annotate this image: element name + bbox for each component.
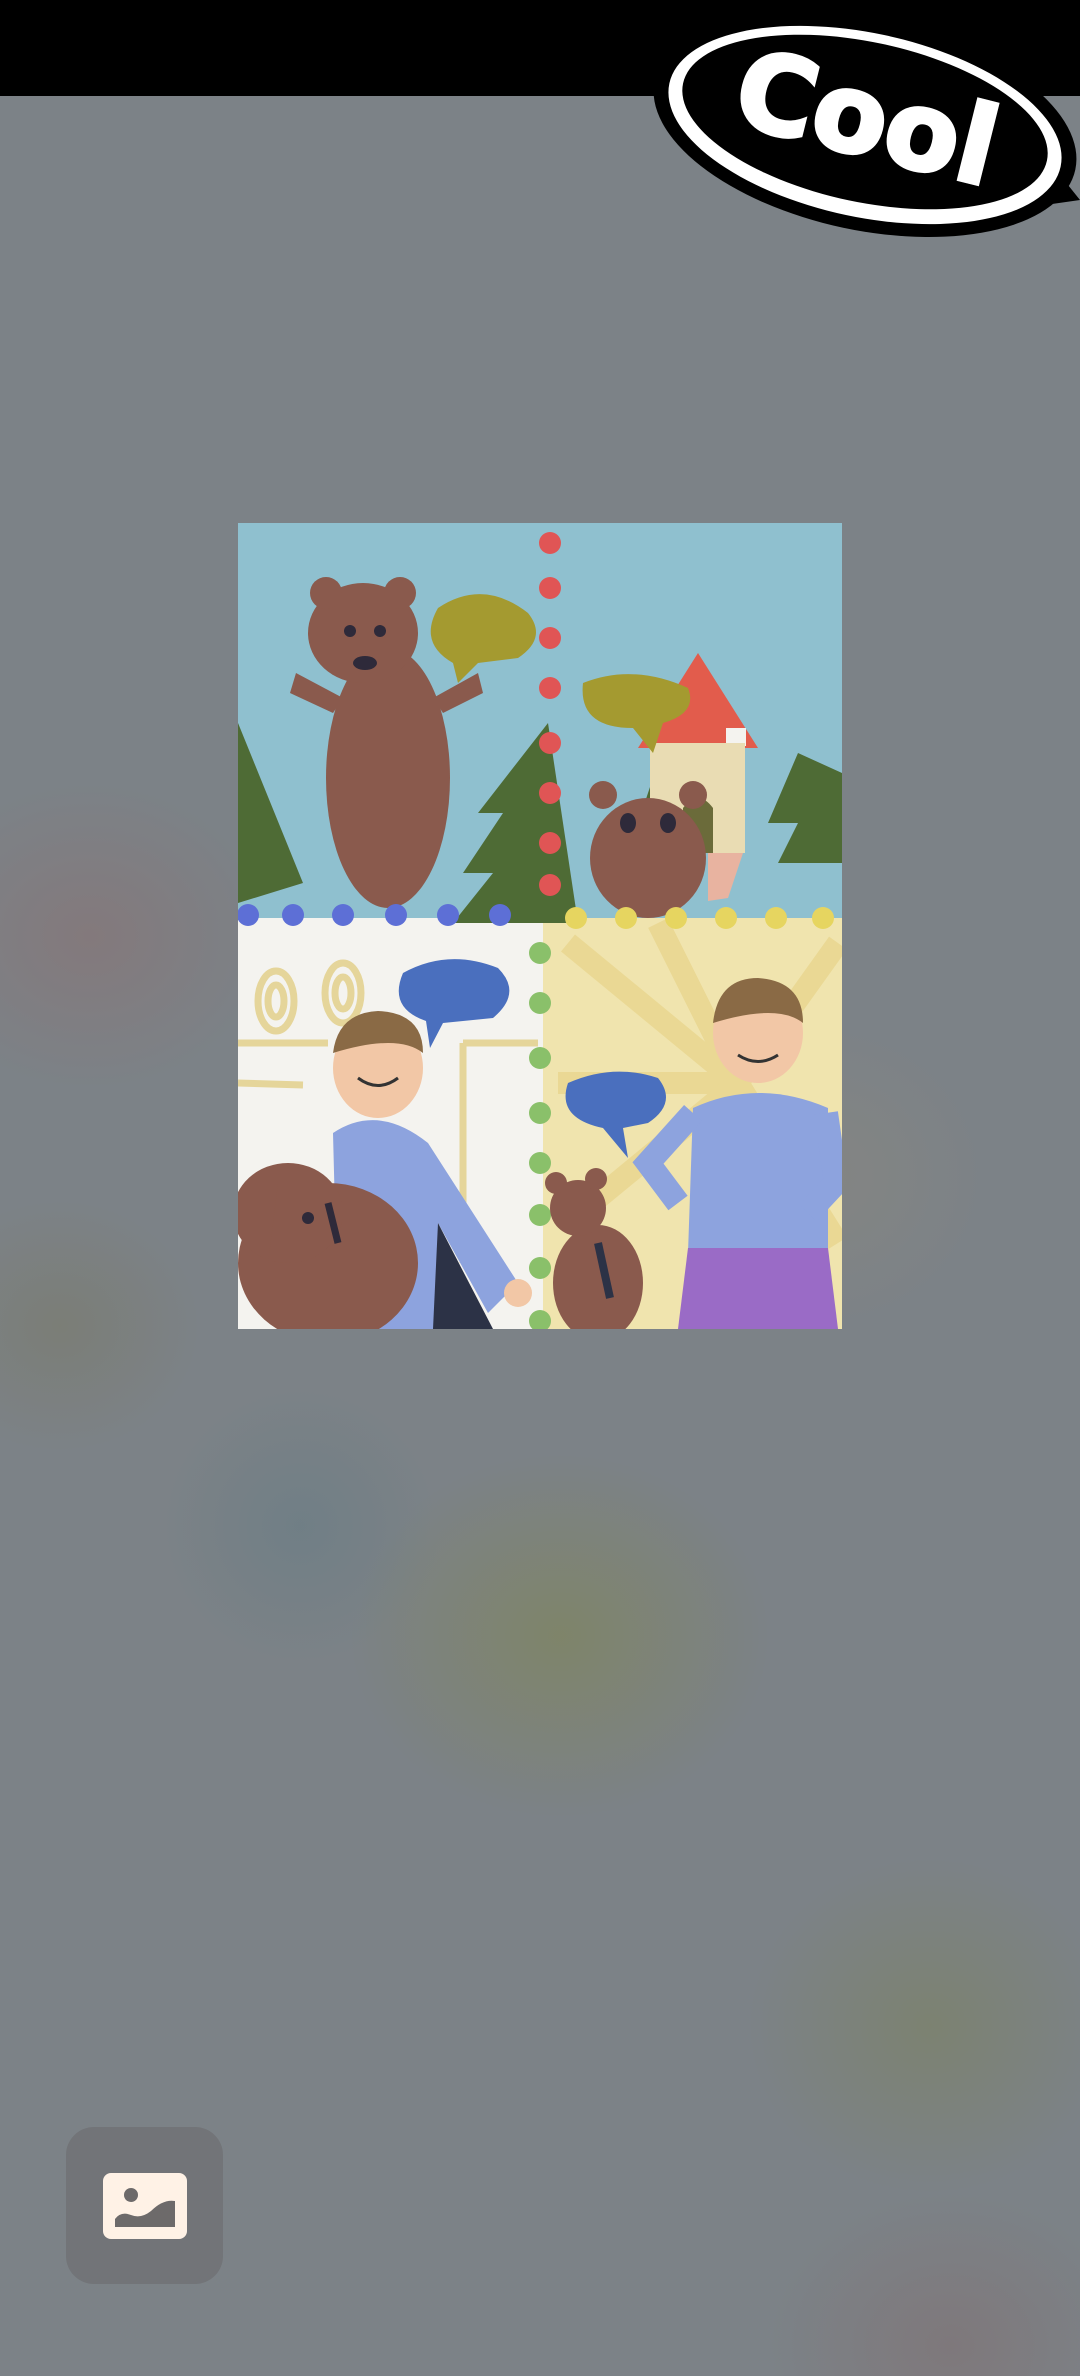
drawing-art: [238, 523, 842, 1329]
drawing-image[interactable]: [238, 523, 842, 1329]
cool-sticker: Cool: [640, 0, 1080, 250]
photo-card-icon: [102, 2172, 187, 2239]
gallery-button[interactable]: [66, 2127, 223, 2284]
